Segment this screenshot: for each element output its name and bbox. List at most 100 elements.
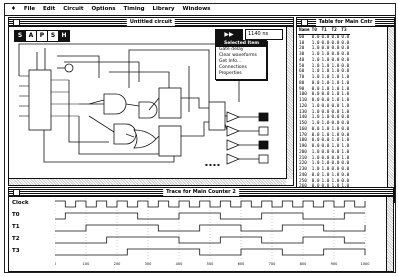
table-cell: 0.0 (311, 98, 320, 103)
table-cell: 0.0 (331, 103, 340, 109)
close-box-icon[interactable] (13, 19, 20, 26)
menu-options[interactable]: Options (91, 4, 115, 15)
table-cell: 0.0 (311, 80, 320, 86)
table-cell: 0.0 (341, 121, 350, 126)
table-cell: 1.0 (321, 75, 330, 80)
time-tick-label: 300 (145, 262, 152, 266)
table-cell: 0.0 (311, 34, 320, 40)
table-title: Table for Main Cntr (315, 18, 376, 26)
waveform-vertical-scrollbar[interactable] (386, 197, 393, 271)
menu-windows[interactable]: Windows (182, 4, 210, 15)
time-tick-label: 800 (300, 262, 307, 266)
table-cell: 1.0 (311, 121, 320, 126)
flip-flop-1 (158, 87, 182, 119)
table-cell: 1.0 (331, 98, 340, 103)
waveform-close-box-icon[interactable] (13, 189, 20, 196)
table-row: 150 1.0 1.0 0.0 0.0 (298, 121, 350, 127)
menu-circuit[interactable]: Circuit (63, 4, 83, 15)
time-tick-label: 1000 (361, 262, 370, 266)
time-readout[interactable]: 1140 ns (245, 29, 283, 40)
table-cell: 1.0 (341, 80, 350, 86)
table-cell: 1.0 (311, 52, 320, 57)
waveform-window[interactable]: Trace for Main Counter 2 Clock T0 T1 T2 … (8, 187, 394, 272)
table-cell: 1.0 (331, 75, 340, 80)
waveform-clock (55, 200, 366, 208)
table-cell: 1.0 (341, 144, 350, 149)
table-cell: 0.0 (321, 98, 330, 103)
time-tick-label: 900 (331, 262, 338, 266)
menu-timing[interactable]: Timing (123, 4, 144, 15)
table-cell: 0.0 (331, 57, 340, 63)
simulation-table: Name T0 T1 T2 T3 00 0.0 0.0 0.0 0.0 10 1.0 0.0 0.0 0.… (298, 28, 351, 202)
time-tick-label: 700 (269, 262, 276, 266)
menu-library[interactable]: Library (153, 4, 175, 15)
menu-item-properties[interactable]: Properties (216, 71, 266, 77)
play-icon: ▶▶ (224, 31, 234, 38)
selected-item-menu[interactable]: Selected Item Gate delay Clear waveforms… (215, 40, 267, 80)
table-window[interactable]: Table for Main Cntr Name T0 T1 T2 T3 00 0.0 0.… (296, 17, 395, 203)
table-cell: 0.0 (331, 121, 340, 126)
buffer-1 (226, 111, 241, 123)
buffer-2 (226, 125, 241, 137)
table-vertical-scrollbar[interactable] (387, 27, 394, 202)
menu-file[interactable]: File (24, 4, 35, 15)
table-close-box-icon[interactable] (301, 19, 308, 26)
schematic-window[interactable]: Untitled circuit S A P S H ▶▶ 1140 ns ▪ … (8, 17, 294, 186)
table-cell: 0.0 (341, 52, 350, 57)
table-cell: 1.0 (341, 149, 350, 155)
table-cell: 0.0 (341, 57, 350, 63)
table-row: 240 0.0 1.0 1.0 0.0 (298, 173, 350, 179)
or-gate-1 (133, 129, 157, 149)
table-cell: 1.0 (321, 167, 330, 172)
time-tick-label: 100 (83, 262, 90, 266)
svg-text:▪ ▪ ▪ ▪: ▪ ▪ ▪ ▪ (205, 162, 220, 167)
table-cell: 1.0 (311, 103, 320, 109)
table-row: 120 1.0 0.0 0.0 1.0 (298, 104, 350, 110)
table-cell: 0.0 (321, 149, 330, 155)
table-row: 160 0.0 1.0 1.0 0.0 (298, 127, 350, 133)
table-cell: 0.0 (341, 34, 350, 40)
table-cell: 1.0 (321, 172, 330, 178)
table-cell: 0.0 (341, 126, 350, 132)
signal-label-t1: T1 (12, 224, 20, 230)
waveform-title: Trace for Main Counter 2 (163, 188, 239, 196)
menu-edit[interactable]: Edit (43, 4, 55, 15)
waveform-traces[interactable]: 0 100 200 300 400 500 600 700 800 900 1000 (55, 198, 385, 266)
table-cell: 1.0 (331, 172, 340, 178)
time-tick-label: 500 (207, 262, 214, 266)
led-probe-4 (258, 154, 269, 164)
buffer-3 (226, 139, 241, 151)
table-cell: 0.0 (321, 144, 330, 149)
table-cell: 0.0 (341, 167, 350, 172)
time-tick-label: 0 (55, 262, 56, 266)
table-cell: 0.0 (341, 172, 350, 178)
table-cell: 0.0 (331, 34, 340, 40)
led-probe-3 (258, 140, 269, 150)
tool-hand[interactable]: H (58, 30, 70, 42)
and-gate-1 (103, 93, 127, 115)
clock-source (64, 63, 74, 73)
flip-flop-2 (158, 125, 182, 157)
table-cell: 0.0 (321, 103, 330, 109)
table-cell: 0.0 (311, 172, 320, 178)
schematic-vertical-scrollbar[interactable] (286, 27, 293, 179)
and-gate-3 (138, 101, 158, 119)
table-cell: 1.0 (311, 167, 320, 172)
menu-apple[interactable]: ♦ (11, 4, 16, 15)
table-cell: 0.0 (311, 126, 320, 132)
table-cell: 1.0 (331, 80, 340, 86)
signal-label-clock: Clock (12, 200, 29, 206)
signal-label-t0: T0 (12, 212, 20, 218)
table-cell: 0.0 (331, 149, 340, 155)
ic-counter-chip (28, 69, 52, 131)
table-row: 110 0.0 0.0 1.0 1.0 (298, 98, 350, 104)
table-cell: 1.0 (321, 80, 330, 86)
schematic-horizontal-scrollbar[interactable] (9, 178, 286, 185)
table-cell: 0.0 (331, 167, 340, 172)
time-tick-label: 600 (238, 262, 245, 266)
led-probe-1 (258, 112, 269, 122)
desktop: ♦ File Edit Circuit Options Timing Libra… (4, 3, 396, 273)
and-gate-2 (113, 123, 137, 145)
table-cell: 1.0 (331, 126, 340, 132)
table-cell: 0.0 (311, 144, 320, 149)
